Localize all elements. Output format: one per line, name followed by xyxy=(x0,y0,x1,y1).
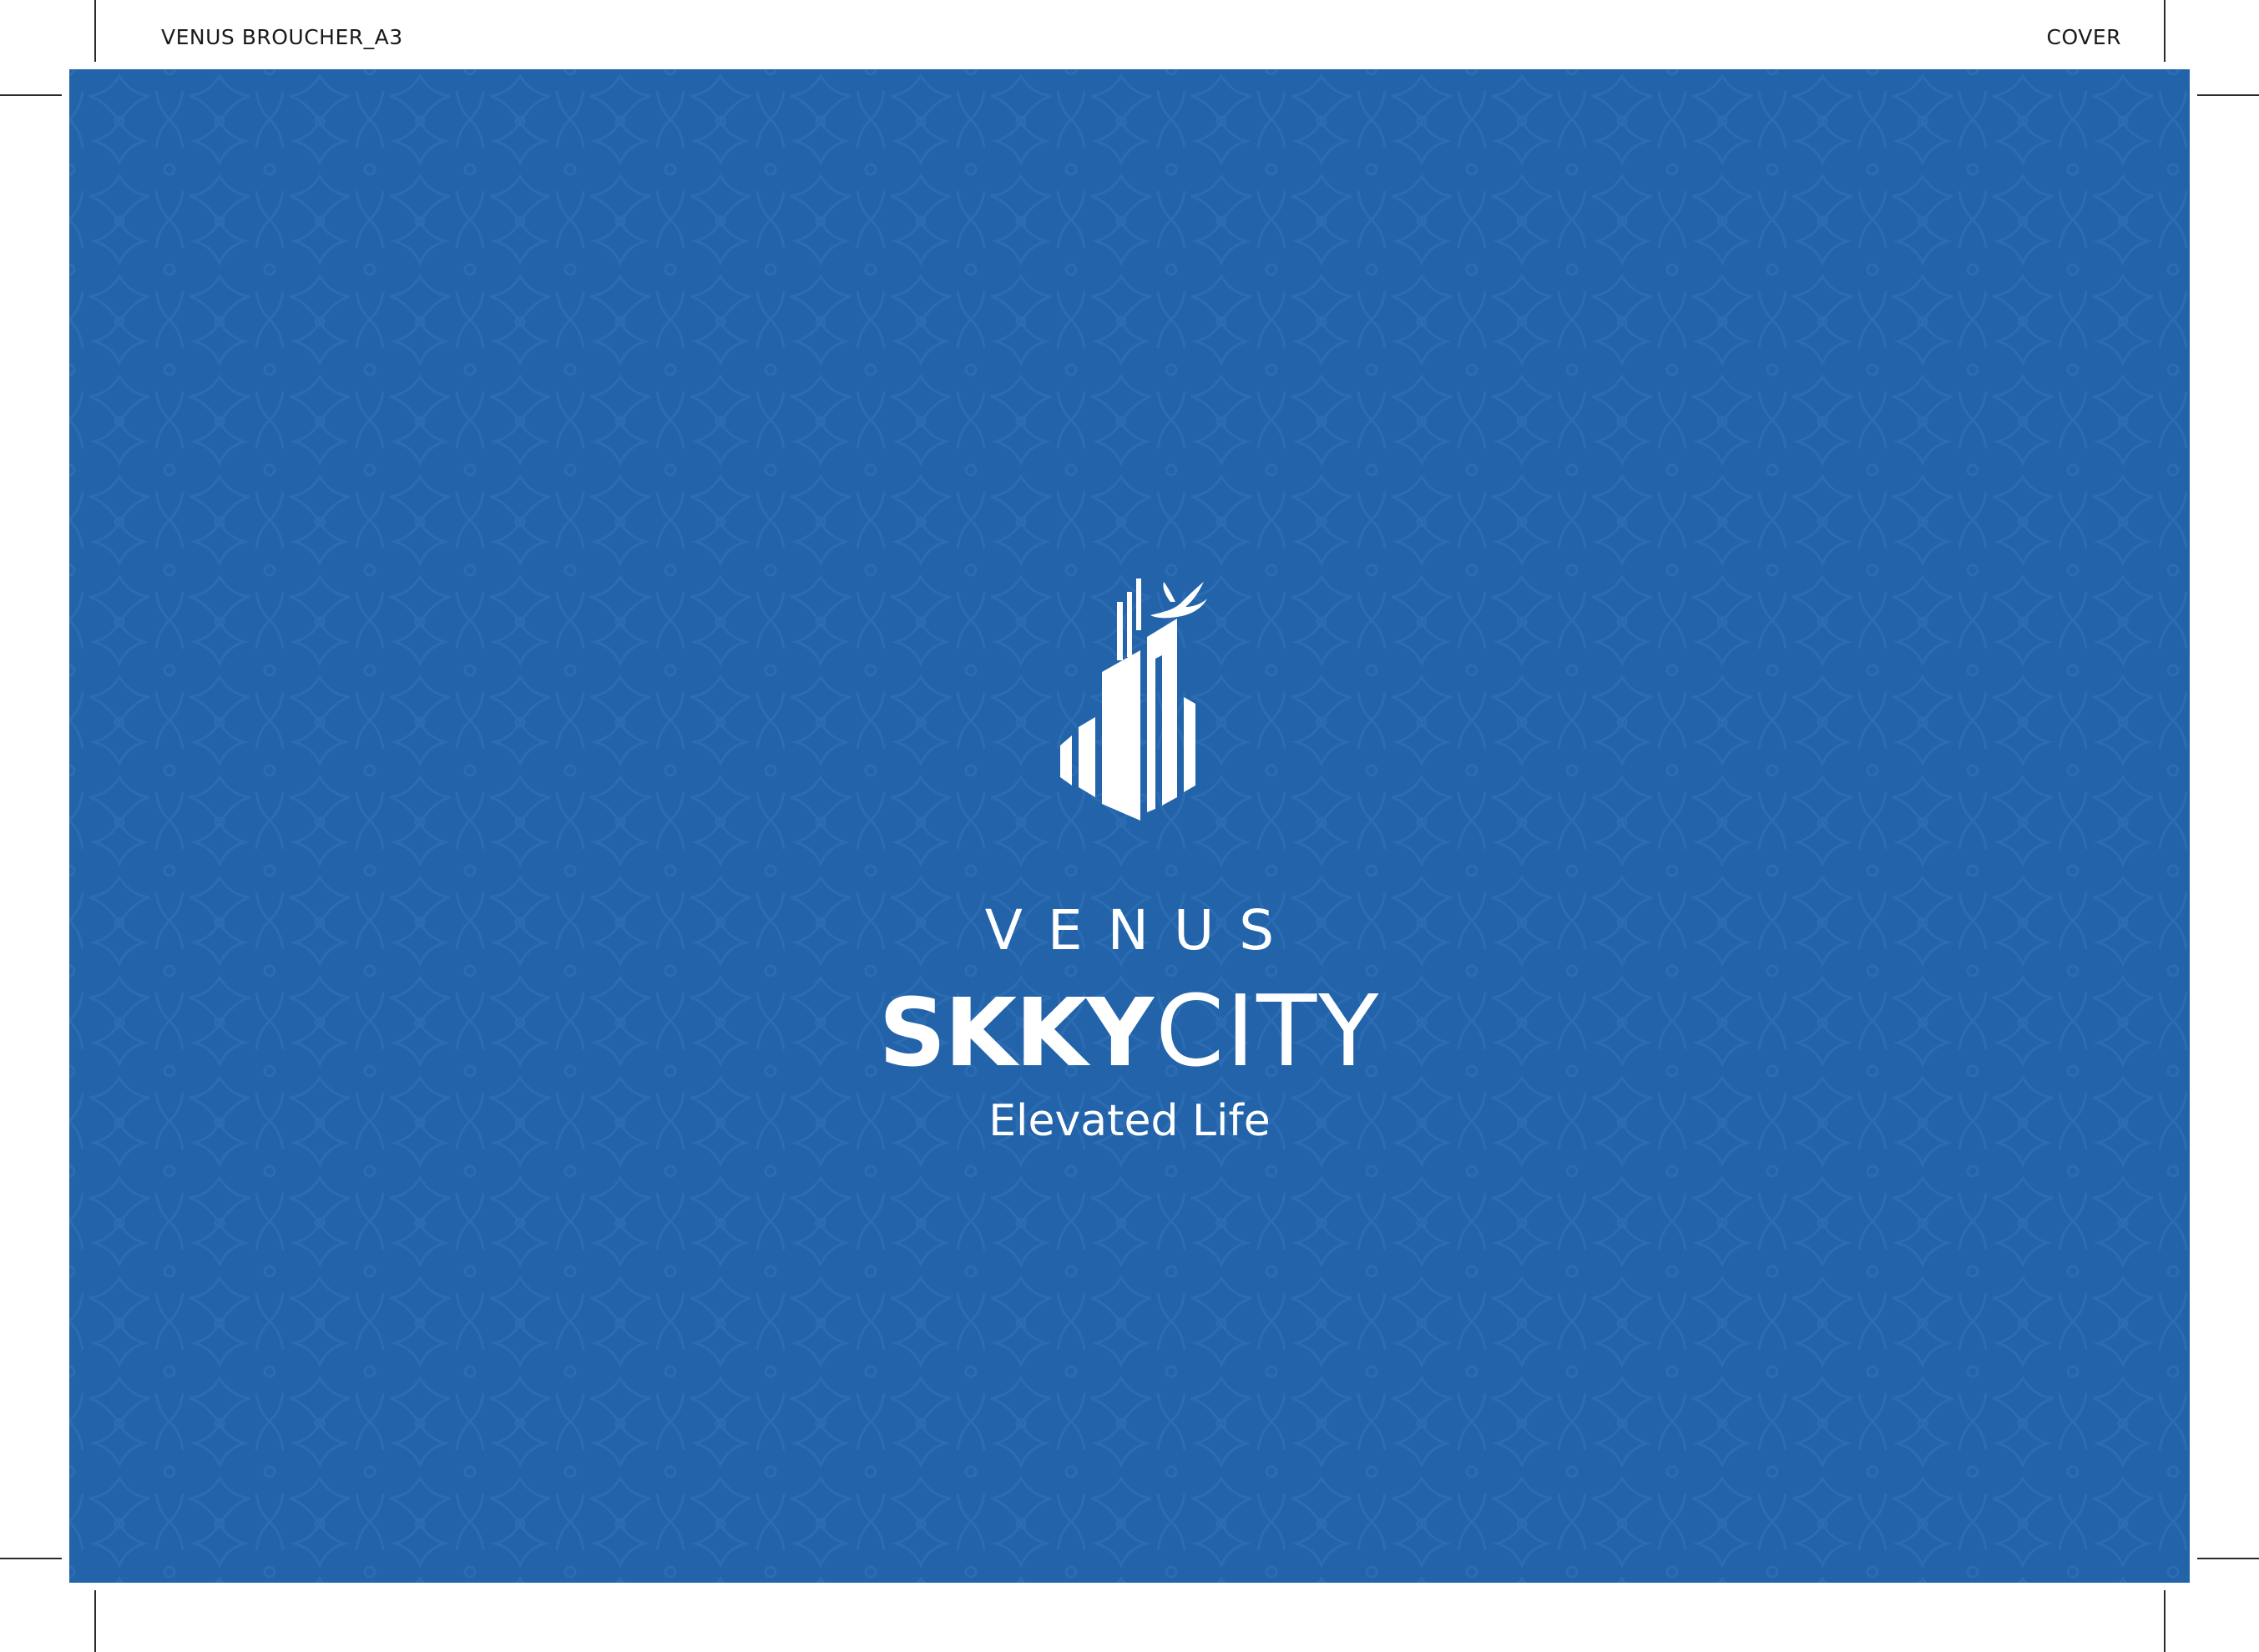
brand-name-light: CITY xyxy=(1155,973,1381,1089)
brand-name-top: VENUS xyxy=(984,898,1300,962)
crop-mark xyxy=(0,94,62,96)
crop-mark xyxy=(0,1558,62,1559)
crop-mark xyxy=(2197,94,2259,96)
crop-mark xyxy=(94,0,96,62)
skyscraper-with-bird-icon xyxy=(1060,578,1207,821)
brand-logo: VENUS SKKYCITY Elevated Life xyxy=(69,69,2190,1583)
crop-mark xyxy=(2197,1558,2259,1559)
crop-mark xyxy=(94,1590,96,1652)
brand-tagline: Elevated Life xyxy=(988,1096,1271,1146)
crop-mark xyxy=(2164,1590,2166,1652)
cover-panel: VENUS SKKYCITY Elevated Life xyxy=(69,69,2190,1583)
document-slug-name: VENUS BROUCHER_A3 xyxy=(161,25,403,49)
page-section-label: COVER xyxy=(2046,25,2121,49)
brand-name-bold: SKKY xyxy=(878,979,1154,1088)
crop-mark xyxy=(2164,0,2166,62)
brochure-page: VENUS BROUCHER_A3 COVER VENUS SKKYCITY E… xyxy=(0,0,2259,1652)
